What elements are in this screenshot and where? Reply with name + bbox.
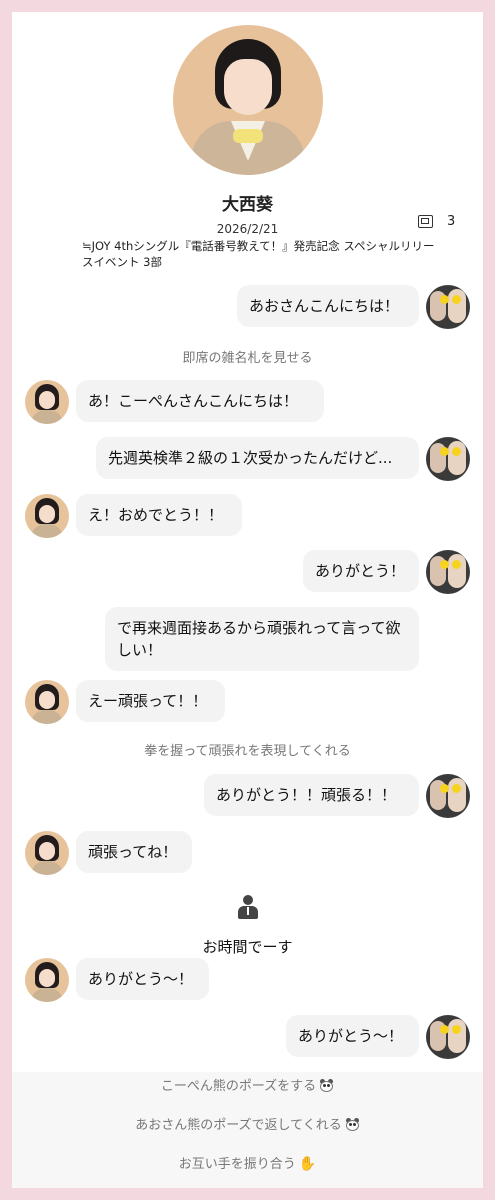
message-bubble-me: ありがとう！！頑張る！！ (204, 774, 419, 816)
footer-note: こーぺん熊のポーズをする (12, 1075, 483, 1094)
user-avatar (426, 437, 470, 481)
ticket-count-value: 3 (447, 214, 456, 229)
event-date: 2026/2/21 (216, 222, 279, 236)
user-avatar (426, 550, 470, 594)
profile-header: 大西葵 2026/2/21 3 ≒JOY 4thシングル『電話番号教えて！』発売… (12, 12, 483, 272)
idol-avatar (25, 831, 69, 875)
message-bubble-me: あおさんこんにちは！ (237, 285, 419, 327)
footer-note: お互い手を振り合う ✋ (12, 1153, 483, 1172)
profile-name: 大西葵 (222, 195, 273, 215)
bear-emoji-icon (319, 1079, 334, 1092)
chat-card: 大西葵 2026/2/21 3 ≒JOY 4thシングル『電話番号教えて！』発売… (12, 12, 483, 1188)
footer-note: あおさん熊のポーズで返してくれる (12, 1114, 483, 1133)
message-bubble-her: ありがとう〜！ (76, 958, 209, 1000)
footer-notes: こーぺん熊のポーズをする あおさん熊のポーズで返してくれる お互い手を振り合う ✋ (12, 1072, 483, 1188)
message-bubble-me: 先週英検準２級の１次受かったんだけど... (96, 437, 419, 479)
idol-avatar (25, 958, 69, 1002)
event-title: ≒JOY 4thシングル『電話番号教えて！』発売記念 スペシャルリリースイベント… (82, 239, 435, 269)
ticket-icon (418, 215, 433, 228)
waving-hand-icon: ✋ (298, 1156, 317, 1172)
user-avatar (426, 285, 470, 329)
message-bubble-me: で再来週面接あるから頑張れって言って欲しい！ (105, 607, 419, 671)
profile-avatar (173, 25, 323, 175)
person-icon (237, 895, 259, 919)
idol-avatar (25, 680, 69, 724)
ticket-count: 3 (418, 214, 455, 229)
idol-avatar (25, 494, 69, 538)
footer-note-text: あおさん熊のポーズで返してくれる (135, 1118, 342, 1133)
footer-note-text: こーぺん熊のポーズをする (160, 1079, 317, 1094)
message-bubble-her: えー頑張って！！ (76, 680, 225, 722)
message-bubble-me: ありがとう〜！ (286, 1015, 419, 1057)
user-avatar (426, 774, 470, 818)
message-bubble-her: え！おめでとう！！ (76, 494, 242, 536)
message-bubble-her: あ！こーぺんさんこんにちは！ (76, 380, 324, 422)
message-bubble-her: 頑張ってね！ (76, 831, 192, 873)
session-end-text: お時間でーす (202, 938, 293, 956)
user-avatar (426, 1015, 470, 1059)
action-note: 即席の雑名札を見せる (182, 351, 313, 366)
footer-note-text: お互い手を振り合う (178, 1157, 296, 1172)
message-bubble-me: ありがとう！ (303, 550, 419, 592)
action-note: 拳を握って頑張れを表現してくれる (144, 744, 351, 759)
bear-emoji-icon (345, 1118, 360, 1131)
idol-avatar (25, 380, 69, 424)
